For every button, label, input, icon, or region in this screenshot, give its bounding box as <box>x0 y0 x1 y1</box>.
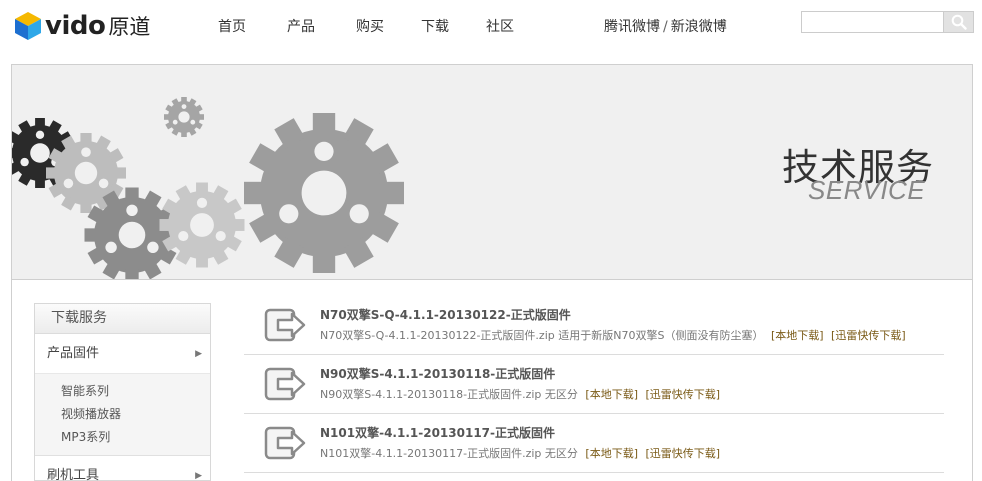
nav-item-home[interactable]: 首页 <box>218 16 246 36</box>
download-title[interactable]: N70双擎S-Q-4.1.1-20130122-正式版固件 <box>320 306 571 323</box>
sidebar-subitem-video-player[interactable]: 视频播放器 <box>61 403 210 426</box>
search-icon <box>951 14 967 30</box>
brand-logo[interactable]: vido 原道 <box>14 10 150 42</box>
banner-subtitle: SERVICE <box>808 175 926 205</box>
nav-item-community[interactable]: 社区 <box>486 16 514 36</box>
service-banner: 技术服务 SERVICE <box>11 64 973 280</box>
download-desc-text: N101双擎-4.1.1-20130117-正式版固件.zip 无区分 <box>320 447 578 460</box>
tencent-weibo-link[interactable]: 腾讯微博 <box>604 19 660 35</box>
sidebar-item-label: 刷机工具 <box>47 468 100 481</box>
list-item: N101双擎-4.1.1-20130117-正式版固件 N101双擎-4.1.1… <box>244 414 944 473</box>
download-list: N70双擎S-Q-4.1.1-20130122-正式版固件 N70双擎S-Q-4… <box>244 296 944 473</box>
download-desc-text: N90双擎S-4.1.1-20130118-正式版固件.zip 无区分 <box>320 388 578 401</box>
local-download-link[interactable]: [本地下载] <box>585 447 638 460</box>
sidebar-subitem-smart[interactable]: 智能系列 <box>61 380 210 403</box>
sidebar-heading: 下载服务 <box>35 304 210 334</box>
search-box <box>801 11 974 33</box>
download-title[interactable]: N90双擎S-4.1.1-20130118-正式版固件 <box>320 365 555 382</box>
list-item: N90双擎S-4.1.1-20130118-正式版固件 N90双擎S-4.1.1… <box>244 355 944 414</box>
brand-cn-name: 原道 <box>108 15 151 39</box>
download-desc-text: N70双擎S-Q-4.1.1-20130122-正式版固件.zip 适用于新版N… <box>320 329 764 342</box>
cube-logo-icon <box>15 12 41 40</box>
search-input[interactable] <box>801 11 943 33</box>
triangle-right-icon: ▶ <box>195 349 202 359</box>
sidebar-item-label: 产品固件 <box>47 346 100 361</box>
gears-illustration <box>12 97 404 279</box>
export-icon[interactable] <box>264 306 308 344</box>
thunder-download-link[interactable]: [迅雷快传下载] <box>646 447 721 460</box>
export-icon[interactable] <box>264 424 308 462</box>
brand-name: vido <box>45 11 106 41</box>
download-title[interactable]: N101双擎-4.1.1-20130117-正式版固件 <box>320 424 555 441</box>
download-sidebar: 下载服务 产品固件 ▶ 智能系列 视频播放器 MP3系列 刷机工具 ▶ <box>34 303 211 481</box>
sidebar-item-firmware[interactable]: 产品固件 ▶ <box>35 334 210 374</box>
export-icon[interactable] <box>264 365 308 403</box>
local-download-link[interactable]: [本地下载] <box>585 388 638 401</box>
local-download-link[interactable]: [本地下载] <box>771 329 824 342</box>
social-separator: / <box>663 19 668 35</box>
thunder-download-link[interactable]: [迅雷快传下载] <box>831 329 906 342</box>
sidebar-item-flash-tools[interactable]: 刷机工具 ▶ <box>35 456 210 481</box>
triangle-right-icon: ▶ <box>195 471 202 481</box>
search-button[interactable] <box>943 11 974 33</box>
sidebar-subitem-mp3[interactable]: MP3系列 <box>61 426 210 449</box>
site-header: vido 原道 首页 产品 购买 下载 社区 腾讯微博 / 新浪微博 <box>0 0 982 52</box>
social-links: 腾讯微博 / 新浪微博 <box>604 16 727 36</box>
list-item: N70双擎S-Q-4.1.1-20130122-正式版固件 N70双擎S-Q-4… <box>244 296 944 355</box>
sina-weibo-link[interactable]: 新浪微博 <box>671 19 727 35</box>
download-description: N101双擎-4.1.1-20130117-正式版固件.zip 无区分 [本地下… <box>320 445 720 461</box>
download-description: N70双擎S-Q-4.1.1-20130122-正式版固件.zip 适用于新版N… <box>320 327 906 343</box>
nav-item-products[interactable]: 产品 <box>287 16 315 36</box>
download-description: N90双擎S-4.1.1-20130118-正式版固件.zip 无区分 [本地下… <box>320 386 720 402</box>
nav-item-download[interactable]: 下载 <box>421 16 449 36</box>
firmware-submenu: 智能系列 视频播放器 MP3系列 <box>35 374 210 456</box>
nav-item-buy[interactable]: 购买 <box>356 16 384 36</box>
thunder-download-link[interactable]: [迅雷快传下载] <box>646 388 721 401</box>
